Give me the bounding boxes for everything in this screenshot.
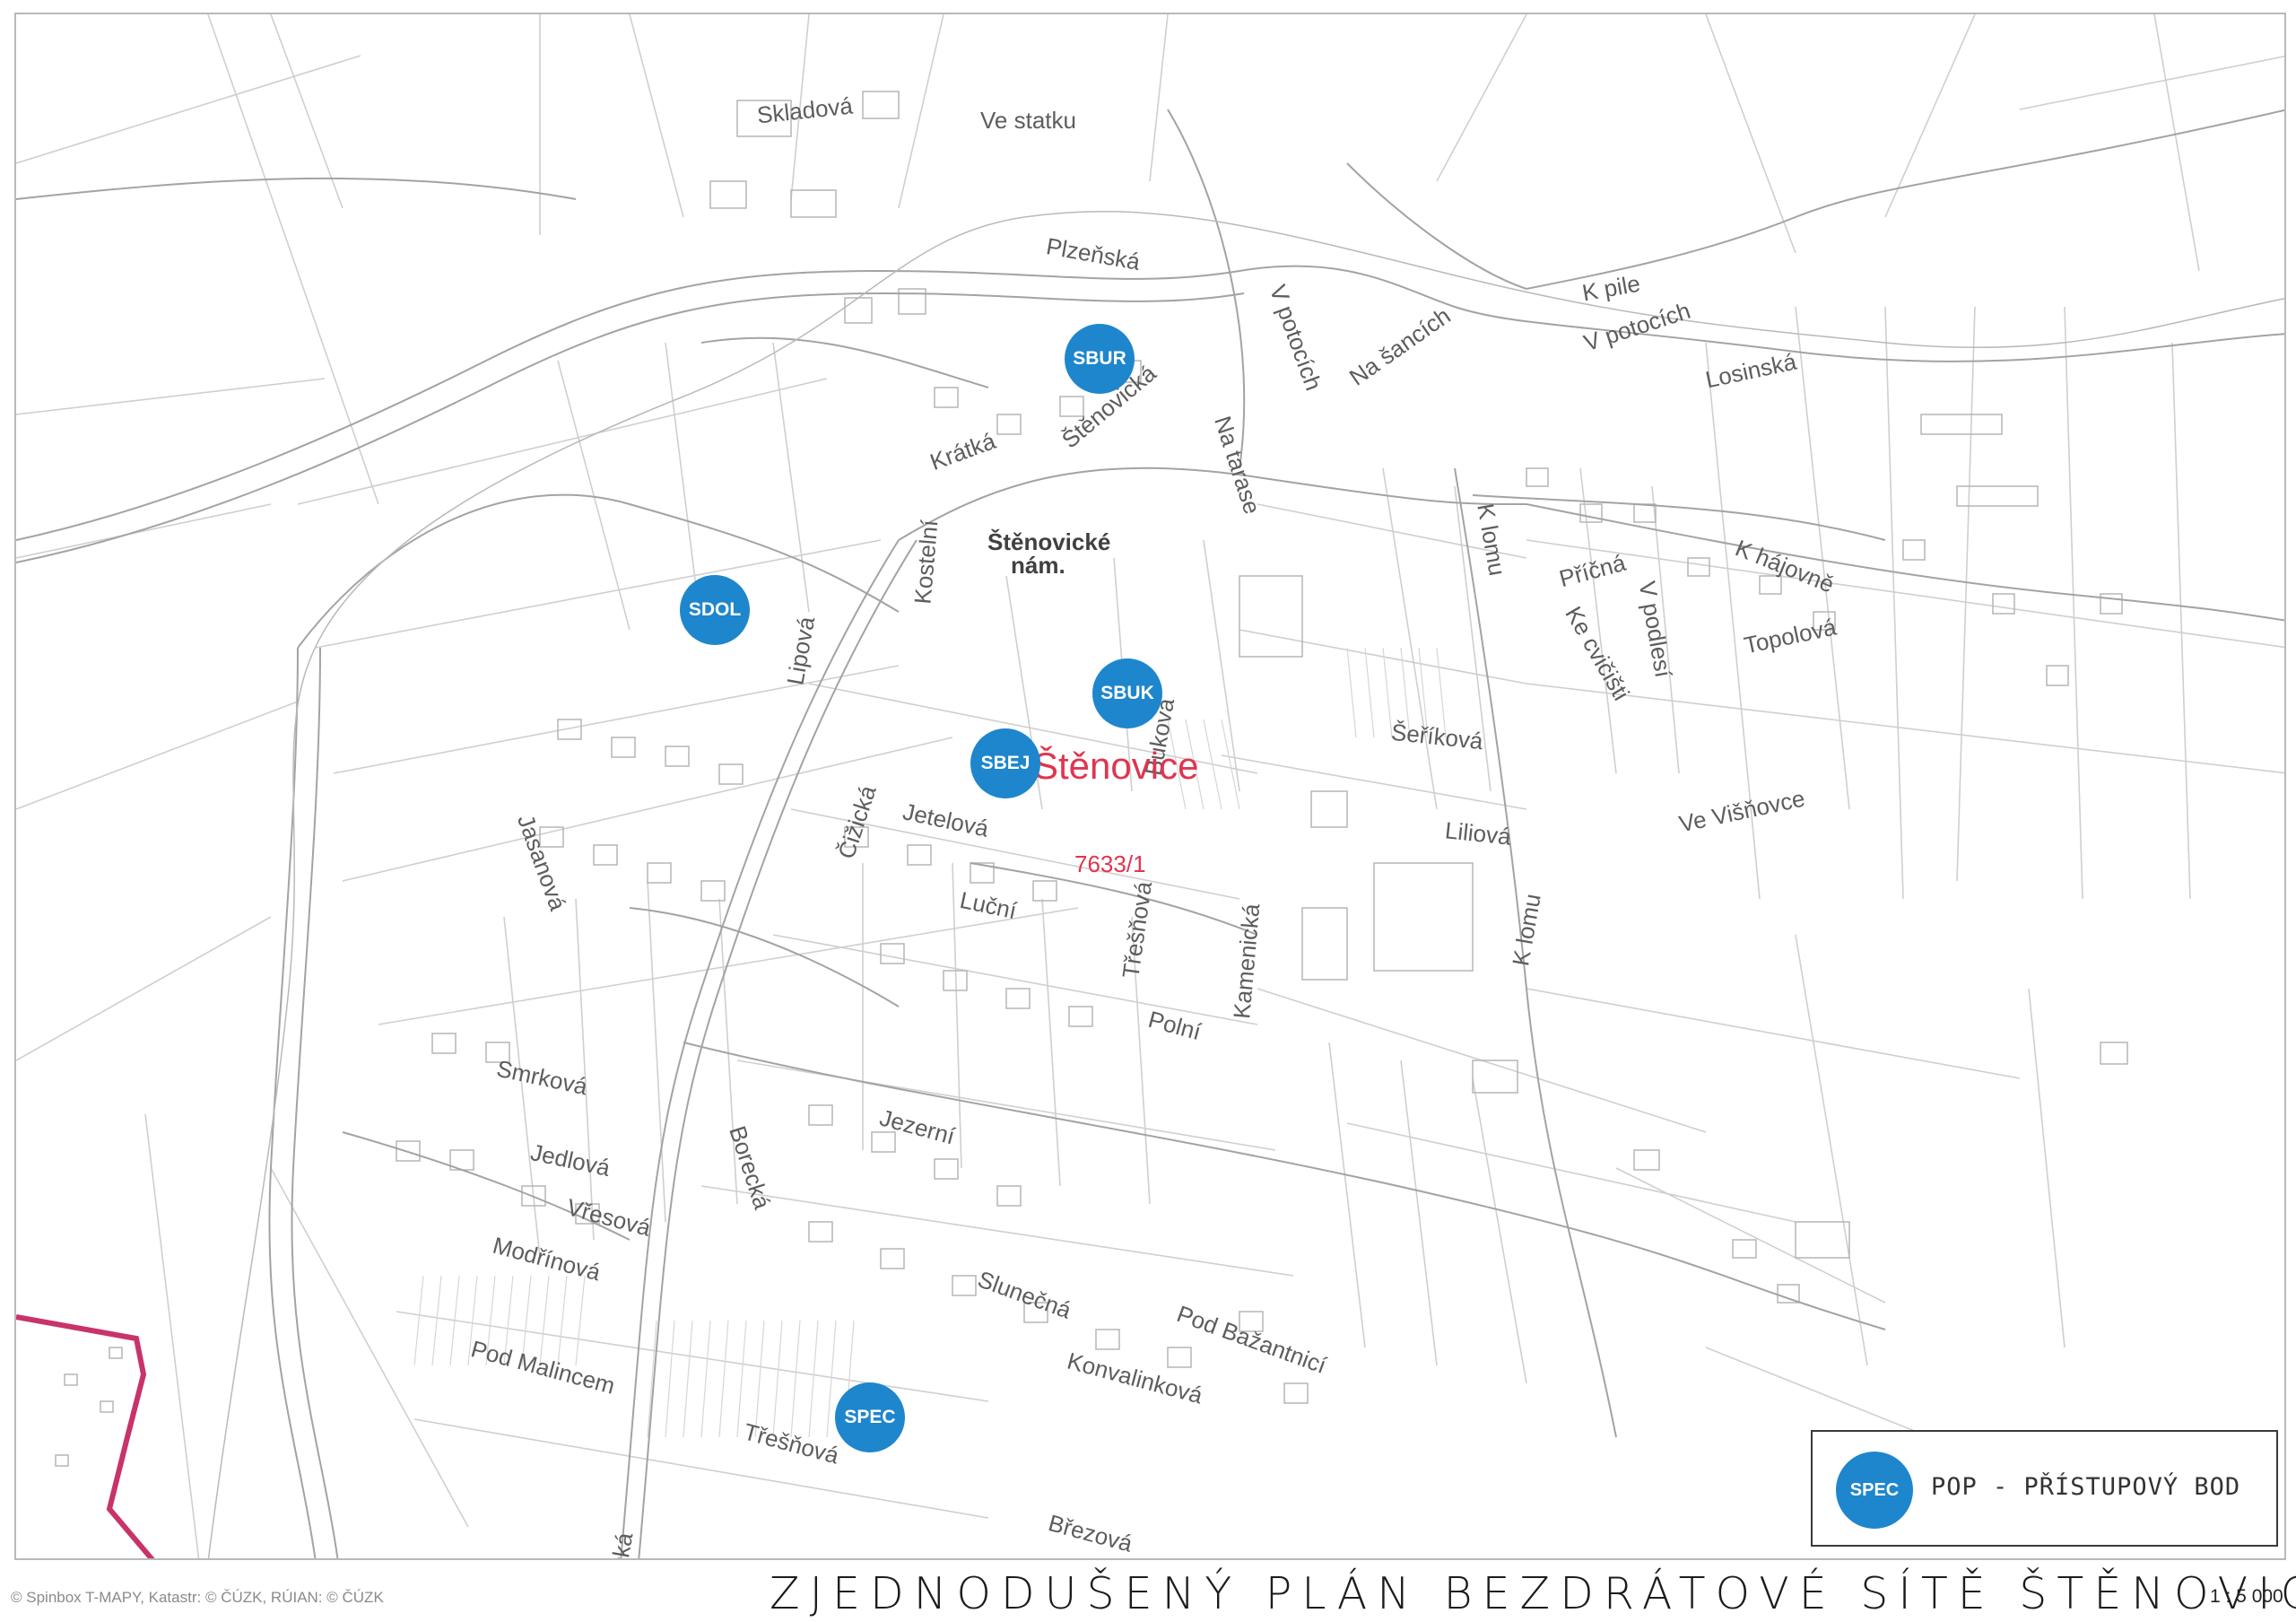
map-frame[interactable]: Skladová Ve statku Plzeňská V potocích N… bbox=[14, 13, 2286, 1560]
street-label: Ve statku bbox=[980, 107, 1076, 134]
parcel-label: 7633/1 bbox=[1074, 850, 1146, 877]
map-title: ZJEDNODUŠENÝ PLÁN BEZDRÁTOVÉ SÍTĚ ŠTĚNOV… bbox=[770, 1568, 2296, 1619]
access-point-sdol[interactable]: SDOL bbox=[680, 575, 750, 645]
road-network bbox=[16, 109, 2284, 1558]
access-point-spec[interactable]: SPEC bbox=[835, 1382, 905, 1452]
property-hatching bbox=[413, 647, 1447, 1438]
access-point-sbur[interactable]: SBUR bbox=[1065, 324, 1135, 394]
street-label: nám. bbox=[1011, 552, 1065, 579]
legend-text: POP - PŘÍSTUPOVÝ BOD bbox=[1931, 1473, 2241, 1501]
access-point-sbuk[interactable]: SBUK bbox=[1092, 658, 1162, 728]
town-label: Štěnovice bbox=[1033, 745, 1199, 787]
map-scale: 1 : 5 000 bbox=[2210, 1586, 2283, 1607]
map-credits: © Spinbox T-MAPY, Katastr: © ČÚZK, RÚIAN… bbox=[11, 1589, 384, 1606]
access-point-sbej[interactable]: SBEJ bbox=[970, 728, 1040, 798]
map-legend: SPEC POP - PŘÍSTUPOVÝ BOD bbox=[1811, 1430, 2278, 1547]
municipal-boundary bbox=[16, 1314, 155, 1558]
legend-symbol: SPEC bbox=[1836, 1452, 1913, 1529]
